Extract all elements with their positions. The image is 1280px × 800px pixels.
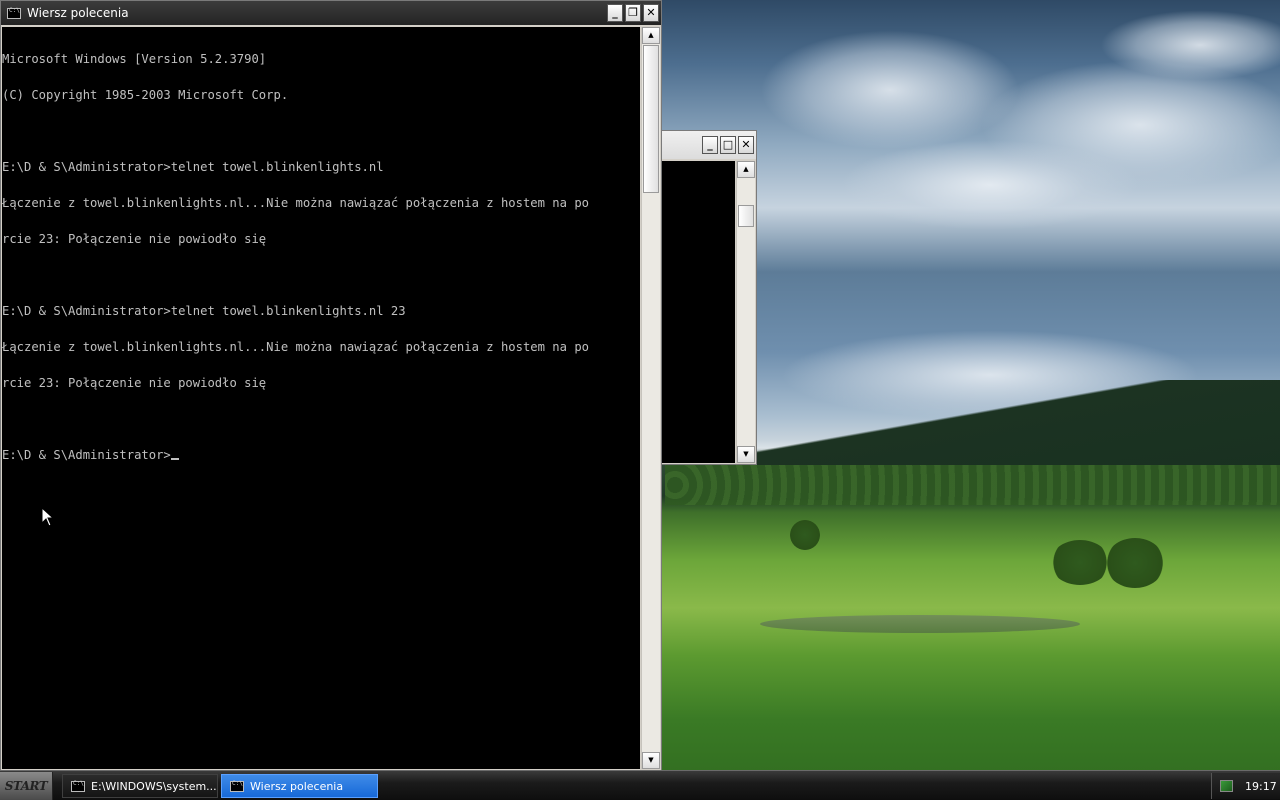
console-icon [230, 780, 244, 792]
maximize-icon[interactable]: □ [720, 136, 736, 154]
close-icon[interactable]: ✕ [738, 136, 754, 154]
scroll-up-arrow-icon[interactable]: ▲ [737, 161, 755, 178]
minimize-icon[interactable]: _ [607, 4, 623, 22]
scroll-up-arrow-icon[interactable]: ▲ [642, 27, 660, 44]
console-line: rcie 23: Połączenie nie powiodło się [2, 376, 267, 390]
text-cursor [170, 458, 179, 460]
scroll-down-arrow-icon[interactable]: ▼ [737, 446, 755, 463]
scroll-down-arrow-icon[interactable]: ▼ [642, 752, 660, 769]
clock[interactable]: 19:17 [1245, 780, 1277, 793]
console-line: E:\D & S\Administrator>telnet towel.blin… [2, 304, 406, 318]
taskbar-item-label: E:\WINDOWS\system... [91, 779, 217, 793]
wallpaper-bush [790, 520, 820, 550]
background-console-window[interactable]: _ □ ✕ ▲ ▼ [660, 130, 757, 465]
console-prompt-line[interactable]: E:\D & S\Administrator> [2, 449, 640, 461]
console-icon [71, 780, 85, 792]
close-icon[interactable]: ✕ [643, 4, 659, 22]
minimize-icon[interactable]: _ [702, 136, 718, 154]
console-line: E:\D & S\Administrator>telnet towel.blin… [2, 160, 384, 174]
console-prompt: E:\D & S\Administrator> [2, 448, 171, 462]
system-tray: 19:17 [1211, 773, 1280, 799]
window-titlebar[interactable]: Wiersz polecenia _ ❐ ✕ [1, 1, 661, 25]
wallpaper-bush [1050, 540, 1110, 585]
console-line: rcie 23: Połączenie nie powiodło się [2, 232, 267, 246]
network-icon[interactable] [1220, 780, 1233, 792]
background-scrollbar[interactable]: ▲ ▼ [736, 161, 755, 463]
console-line: Łączenie z towel.blinkenlights.nl...Nie … [2, 196, 589, 210]
wallpaper-bush [1105, 538, 1165, 588]
command-prompt-window[interactable]: Wiersz polecenia _ ❐ ✕ Microsoft Windows… [0, 0, 662, 771]
scroll-thumb[interactable] [738, 205, 754, 227]
taskbar-item-label: Wiersz polecenia [250, 779, 344, 793]
console-line: (C) Copyright 1985-2003 Microsoft Corp. [2, 88, 289, 102]
wallpaper-treeline [665, 465, 1280, 505]
start-button[interactable]: START [0, 772, 53, 800]
console-icon[interactable] [7, 7, 21, 19]
restore-icon[interactable]: ❐ [625, 4, 641, 22]
window-title: Wiersz polecenia [27, 6, 129, 20]
vertical-scrollbar[interactable]: ▲ ▼ [641, 27, 660, 769]
wallpaper-cloud [840, 140, 1140, 230]
mouse-pointer-icon [41, 507, 55, 527]
taskbar: START E:\WINDOWS\system... Wiersz polece… [0, 770, 1280, 800]
background-window-titlebar[interactable]: _ □ ✕ [661, 131, 756, 159]
console-line: Microsoft Windows [Version 5.2.3790] [2, 52, 267, 66]
console-output[interactable]: Microsoft Windows [Version 5.2.3790] (C)… [2, 27, 640, 769]
wallpaper-pond [760, 615, 1080, 633]
console-line: Łączenie z towel.blinkenlights.nl...Nie … [2, 340, 589, 354]
background-console-output[interactable] [662, 161, 735, 463]
scroll-thumb[interactable] [643, 45, 659, 193]
taskbar-item-system-console[interactable]: E:\WINDOWS\system... [62, 774, 218, 798]
taskbar-item-command-prompt[interactable]: Wiersz polecenia [221, 774, 378, 798]
